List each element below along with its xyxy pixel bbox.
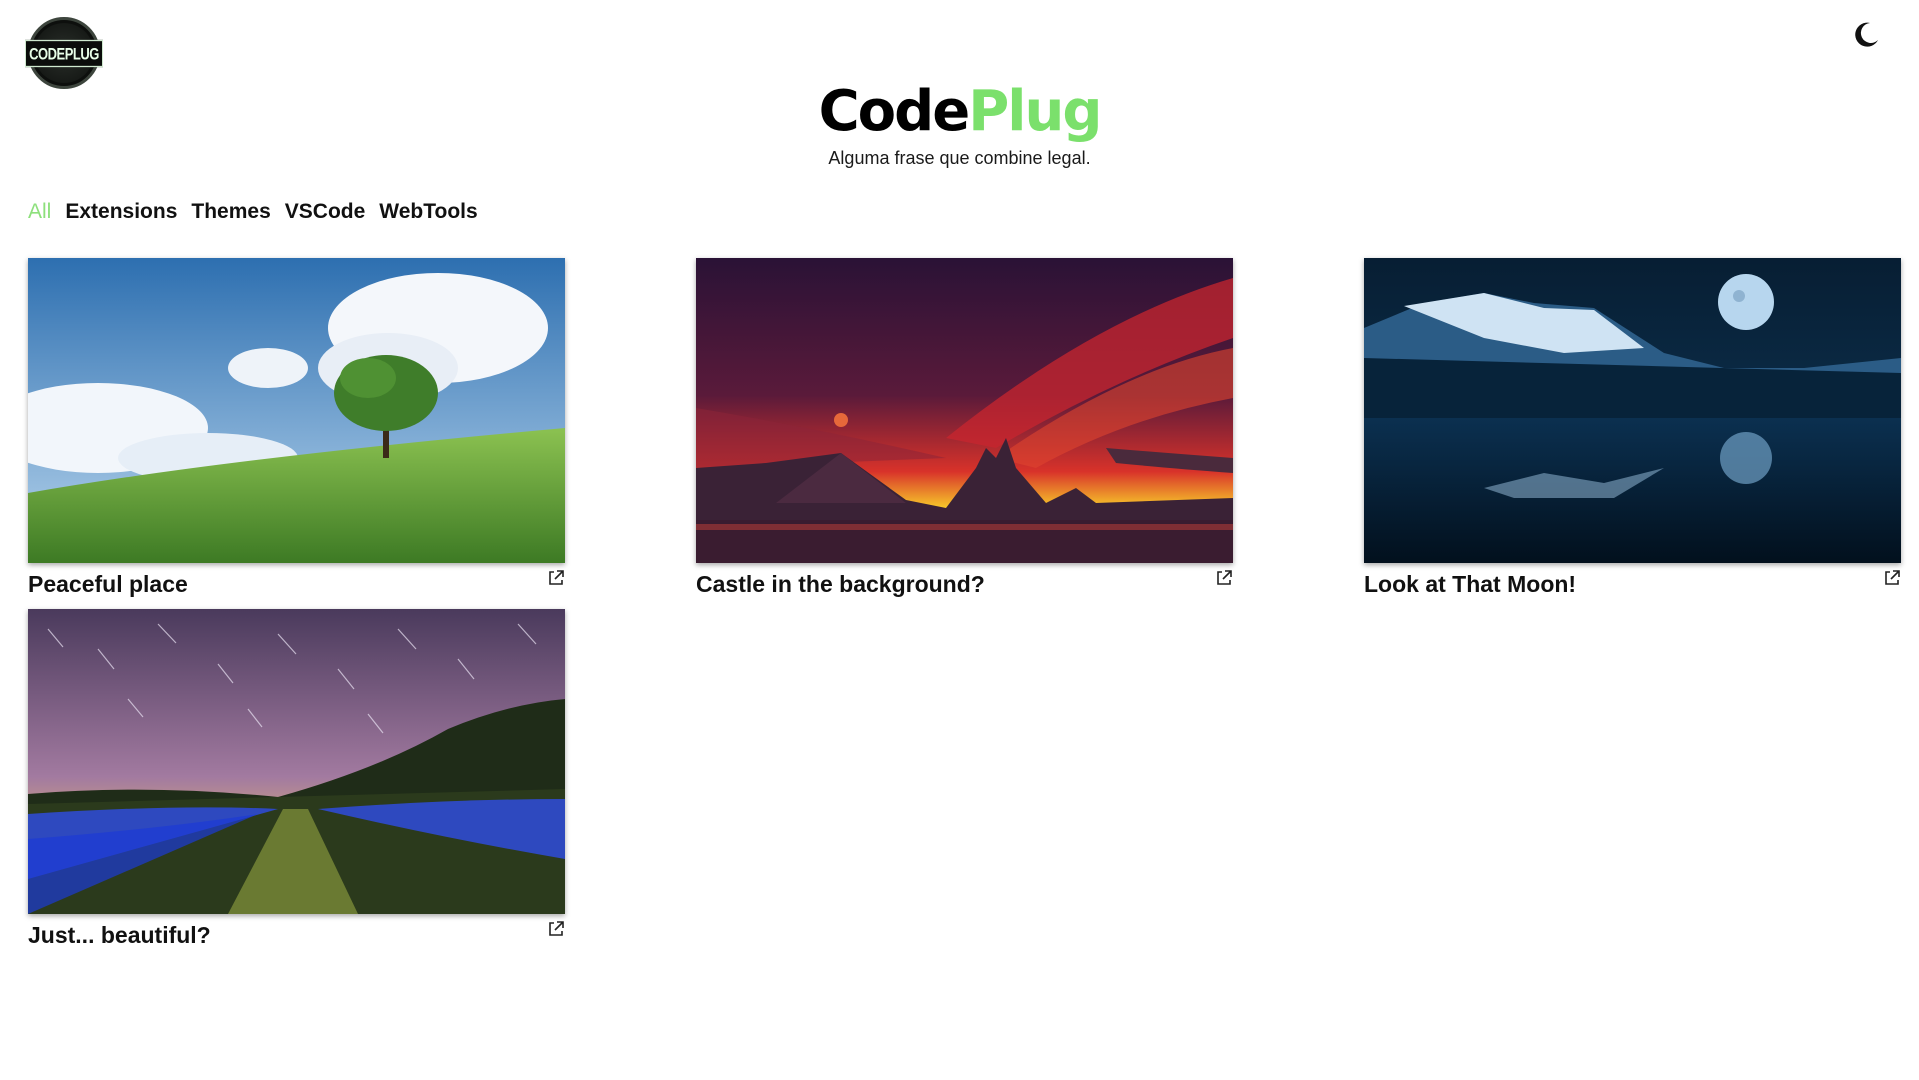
card: Just... beautiful? xyxy=(28,609,565,954)
card: Peaceful place xyxy=(28,258,565,603)
filter-tab-vscode[interactable]: VSCode xyxy=(285,200,366,224)
card-image[interactable] xyxy=(28,258,565,563)
external-link-icon[interactable] xyxy=(1883,569,1901,587)
card: Look at That Moon! xyxy=(1364,258,1901,603)
external-link-icon[interactable] xyxy=(1215,569,1233,587)
brand-title: CodePlug xyxy=(0,78,1919,146)
card-grid: Peaceful place Castle in the background?… xyxy=(28,258,1901,954)
filter-tab-extensions[interactable]: Extensions xyxy=(65,200,177,224)
card-footer: Castle in the background? xyxy=(696,563,1233,603)
card: Castle in the background? xyxy=(696,258,1233,603)
logo-text: CODEPLUG xyxy=(25,39,103,67)
external-link-icon[interactable] xyxy=(547,569,565,587)
card-image[interactable] xyxy=(28,609,565,914)
card-title: Look at That Moon! xyxy=(1364,571,1577,597)
filter-tabs: All Extensions Themes VSCode WebTools xyxy=(28,200,478,224)
filter-tab-all[interactable]: All xyxy=(28,200,51,224)
page: CODEPLUG CodePlug Alguma frase que combi… xyxy=(0,0,1919,1080)
card-title: Castle in the background? xyxy=(696,571,985,597)
castle-sunset-icon xyxy=(696,258,1233,563)
card-footer: Peaceful place xyxy=(28,563,565,603)
star-trails-field-icon xyxy=(28,609,565,914)
card-title: Just... beautiful? xyxy=(28,922,211,948)
external-link-icon[interactable] xyxy=(547,920,565,938)
brand-title-code: Code xyxy=(818,79,971,144)
card-footer: Just... beautiful? xyxy=(28,914,565,954)
landscape-tree-icon xyxy=(28,258,565,563)
card-image[interactable] xyxy=(696,258,1233,563)
brand-header: CodePlug Alguma frase que combine legal. xyxy=(0,78,1919,169)
brand-tagline: Alguma frase que combine legal. xyxy=(828,148,1091,168)
filter-tab-webtools[interactable]: WebTools xyxy=(379,200,477,224)
card-title: Peaceful place xyxy=(28,571,188,597)
moon-lake-icon xyxy=(1364,258,1901,563)
brand-title-plug: Plug xyxy=(968,79,1102,144)
filter-tab-themes[interactable]: Themes xyxy=(191,200,270,224)
moon-icon xyxy=(1855,22,1878,47)
card-footer: Look at That Moon! xyxy=(1364,563,1901,603)
theme-toggle-button[interactable] xyxy=(1851,20,1881,50)
card-image[interactable] xyxy=(1364,258,1901,563)
